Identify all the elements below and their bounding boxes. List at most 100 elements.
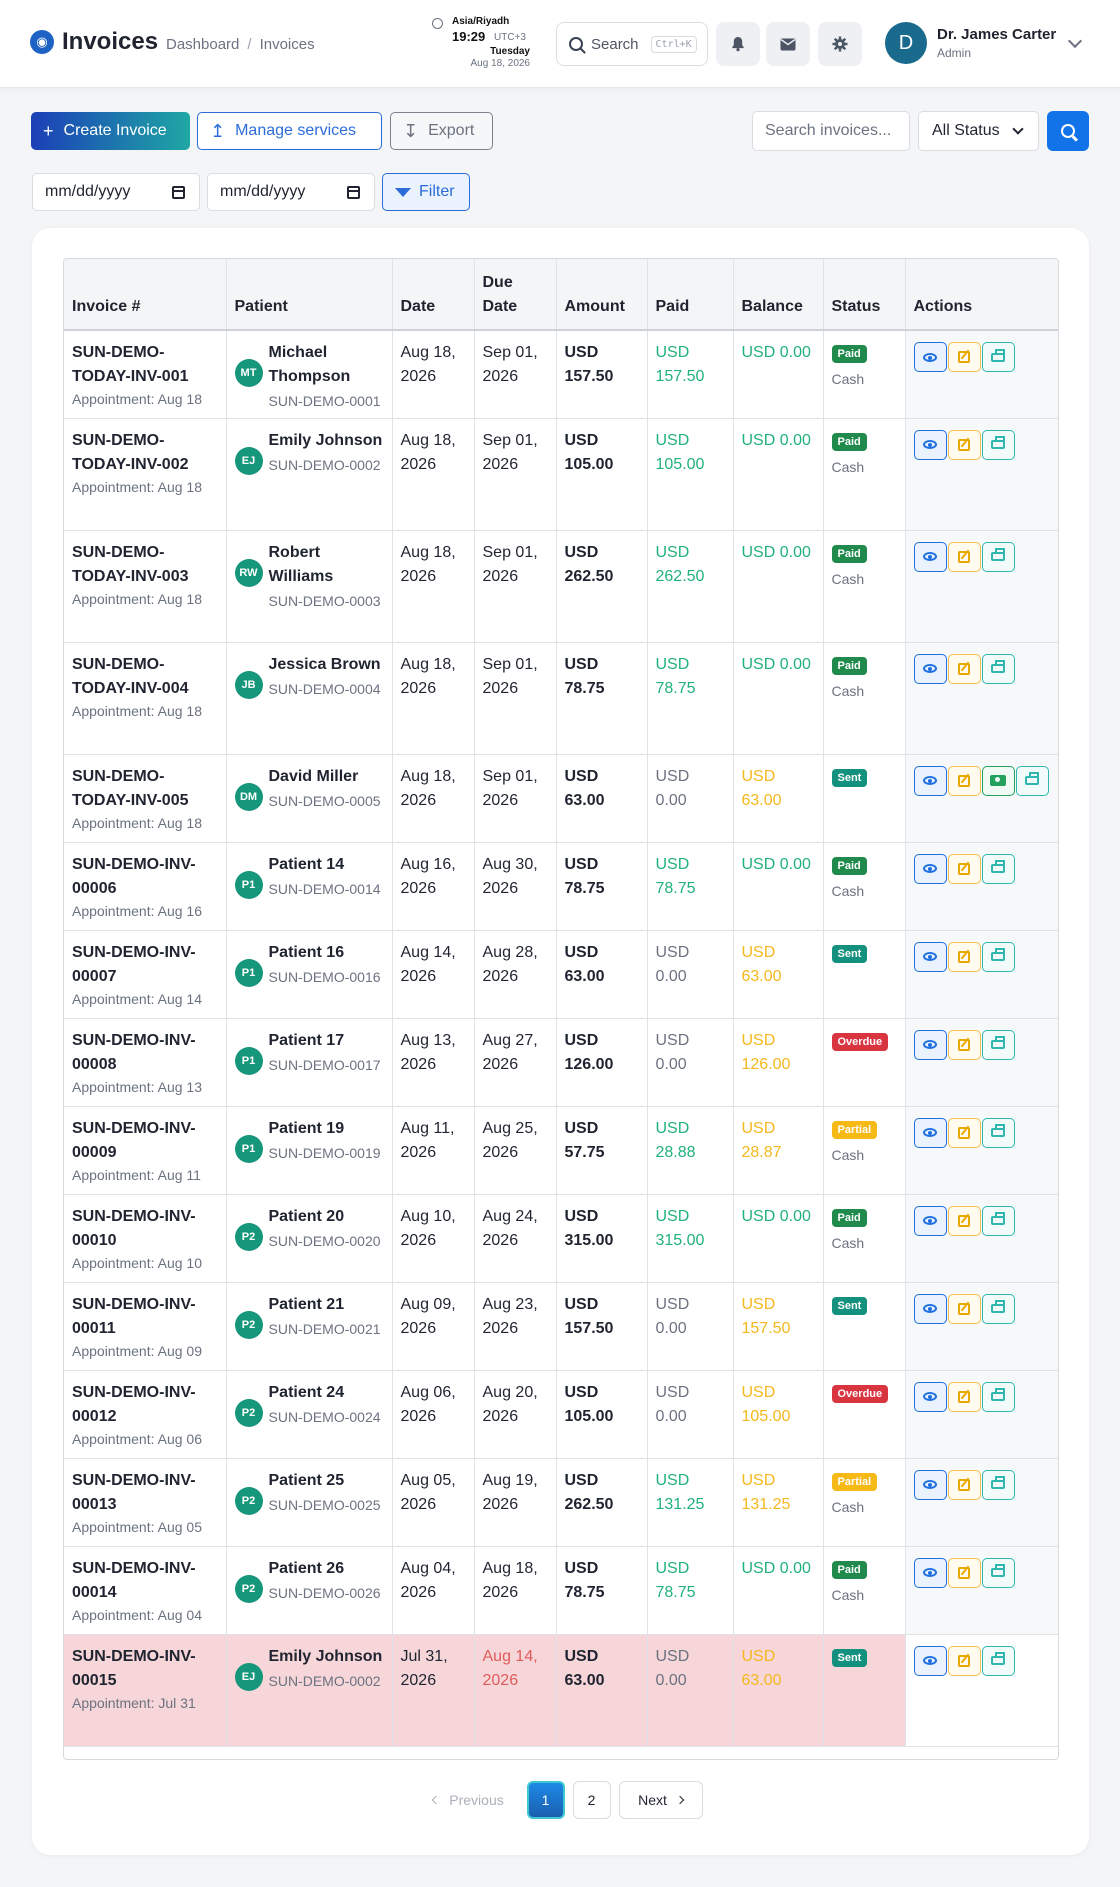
- print-invoice-button[interactable]: [981, 1293, 1015, 1324]
- print-invoice-button[interactable]: [981, 1029, 1015, 1060]
- edit-invoice-button[interactable]: [947, 653, 981, 684]
- print-invoice-button[interactable]: [981, 653, 1015, 684]
- column-header[interactable]: Due Date: [474, 259, 557, 331]
- global-search-button[interactable]: Search Ctrl+K: [556, 22, 708, 66]
- patient-name[interactable]: Patient 14: [269, 853, 381, 877]
- table-row[interactable]: SUN-DEMO-TODAY-INV-005 Appointment: Aug 1…: [64, 754, 1058, 843]
- table-row[interactable]: SUN-DEMO-INV-00014 Appointment: Aug 04 P2 P…: [64, 1546, 1058, 1635]
- edit-invoice-button[interactable]: [947, 1205, 981, 1236]
- notifications-button[interactable]: [716, 22, 760, 66]
- brand[interactable]: ◉ Invoices: [30, 28, 158, 56]
- print-invoice-button[interactable]: [981, 541, 1015, 572]
- view-invoice-button[interactable]: [913, 1645, 947, 1676]
- patient-name[interactable]: Patient 21: [269, 1293, 381, 1317]
- calendar-icon[interactable]: [347, 186, 360, 199]
- invoice-number[interactable]: SUN-DEMO-INV-00012: [72, 1381, 218, 1429]
- patient-name[interactable]: Patient 26: [269, 1557, 381, 1581]
- date-from-input[interactable]: mm/dd/yyyy: [32, 173, 200, 211]
- patient-name[interactable]: Patient 16: [269, 941, 381, 965]
- view-invoice-button[interactable]: [913, 1205, 947, 1236]
- print-invoice-button[interactable]: [981, 1205, 1015, 1236]
- next-page-button[interactable]: Next: [618, 1781, 703, 1819]
- edit-invoice-button[interactable]: [947, 1381, 981, 1412]
- view-invoice-button[interactable]: [913, 1381, 947, 1412]
- table-row[interactable]: SUN-DEMO-INV-00015 Appointment: Jul 31 EJ E…: [64, 1634, 1058, 1747]
- print-invoice-button[interactable]: [981, 1117, 1015, 1148]
- column-header[interactable]: Date: [392, 259, 475, 331]
- edit-invoice-button[interactable]: [947, 1293, 981, 1324]
- patient-name[interactable]: Emily Johnson: [269, 429, 383, 453]
- invoice-search-input[interactable]: Search invoices...: [752, 111, 910, 151]
- table-row[interactable]: SUN-DEMO-INV-00007 Appointment: Aug 14 P1 P…: [64, 930, 1058, 1019]
- view-invoice-button[interactable]: [913, 1557, 947, 1588]
- edit-invoice-button[interactable]: [947, 853, 981, 884]
- previous-page-button[interactable]: Previous: [419, 1781, 519, 1819]
- patient-name[interactable]: Patient 24: [269, 1381, 381, 1405]
- page-1-button[interactable]: 1: [526, 1781, 565, 1819]
- breadcrumb-dashboard[interactable]: Dashboard: [166, 36, 239, 53]
- column-header[interactable]: Paid: [647, 259, 734, 331]
- invoice-number[interactable]: SUN-DEMO-INV-00007: [72, 941, 218, 989]
- table-row[interactable]: SUN-DEMO-INV-00010 Appointment: Aug 10 P2 P…: [64, 1194, 1058, 1283]
- invoice-number[interactable]: SUN-DEMO-INV-00010: [72, 1205, 218, 1253]
- print-invoice-button[interactable]: [981, 1381, 1015, 1412]
- patient-name[interactable]: Jessica Brown: [269, 653, 381, 677]
- print-invoice-button[interactable]: [981, 342, 1015, 372]
- edit-invoice-button[interactable]: [947, 1117, 981, 1148]
- patient-name[interactable]: Patient 17: [269, 1029, 381, 1053]
- patient-name[interactable]: Michael Thompson: [269, 341, 384, 389]
- view-invoice-button[interactable]: [913, 941, 947, 972]
- invoice-number[interactable]: SUN-DEMO-TODAY-INV-001: [72, 341, 218, 389]
- edit-invoice-button[interactable]: [947, 1029, 981, 1060]
- print-invoice-button[interactable]: [1015, 765, 1049, 796]
- settings-button[interactable]: [818, 22, 862, 66]
- table-row[interactable]: SUN-DEMO-INV-00006 Appointment: Aug 16 P1 P…: [64, 842, 1058, 931]
- print-invoice-button[interactable]: [981, 1469, 1015, 1500]
- table-row[interactable]: SUN-DEMO-INV-00008 Appointment: Aug 13 P1 P…: [64, 1018, 1058, 1107]
- invoice-number[interactable]: SUN-DEMO-INV-00015: [72, 1645, 218, 1693]
- invoice-number[interactable]: SUN-DEMO-TODAY-INV-005: [72, 765, 218, 813]
- view-invoice-button[interactable]: [913, 1293, 947, 1324]
- invoice-number[interactable]: SUN-DEMO-INV-00011: [72, 1293, 218, 1341]
- invoice-number[interactable]: SUN-DEMO-INV-00013: [72, 1469, 218, 1517]
- patient-name[interactable]: Robert Williams: [269, 541, 384, 589]
- table-row[interactable]: SUN-DEMO-INV-00011 Appointment: Aug 09 P2 P…: [64, 1282, 1058, 1371]
- patient-name[interactable]: David Miller: [269, 765, 381, 789]
- edit-invoice-button[interactable]: [947, 342, 981, 372]
- view-invoice-button[interactable]: [913, 765, 947, 796]
- export-button[interactable]: ↧ Export: [390, 112, 493, 150]
- column-header[interactable]: Status: [823, 259, 906, 331]
- column-header[interactable]: Amount: [556, 259, 648, 331]
- print-invoice-button[interactable]: [981, 1557, 1015, 1588]
- edit-invoice-button[interactable]: [947, 1469, 981, 1500]
- print-invoice-button[interactable]: [981, 853, 1015, 884]
- invoice-number[interactable]: SUN-DEMO-TODAY-INV-003: [72, 541, 218, 589]
- table-row[interactable]: SUN-DEMO-TODAY-INV-002 Appointment: Aug 1…: [64, 418, 1058, 531]
- edit-invoice-button[interactable]: [947, 541, 981, 572]
- manage-services-button[interactable]: ↥ Manage services: [197, 112, 382, 150]
- invoice-number[interactable]: SUN-DEMO-INV-00006: [72, 853, 218, 901]
- column-header[interactable]: Invoice #: [64, 259, 227, 331]
- chevron-down-icon[interactable]: [1067, 33, 1083, 49]
- view-invoice-button[interactable]: [913, 1117, 947, 1148]
- create-invoice-button[interactable]: + Create Invoice: [31, 112, 190, 150]
- patient-name[interactable]: Emily Johnson: [269, 1645, 383, 1669]
- table-row[interactable]: SUN-DEMO-INV-00013 Appointment: Aug 05 P2 P…: [64, 1458, 1058, 1547]
- invoice-number[interactable]: SUN-DEMO-INV-00009: [72, 1117, 218, 1165]
- edit-invoice-button[interactable]: [947, 765, 981, 796]
- status-filter-select[interactable]: All Status: [918, 111, 1039, 151]
- filter-button[interactable]: Filter: [382, 173, 470, 211]
- invoice-number[interactable]: SUN-DEMO-TODAY-INV-004: [72, 653, 218, 701]
- column-header[interactable]: Balance: [733, 259, 824, 331]
- date-to-input[interactable]: mm/dd/yyyy: [207, 173, 375, 211]
- invoice-number[interactable]: SUN-DEMO-TODAY-INV-002: [72, 429, 218, 477]
- view-invoice-button[interactable]: [913, 1469, 947, 1500]
- calendar-icon[interactable]: [172, 186, 185, 199]
- view-invoice-button[interactable]: [913, 853, 947, 884]
- view-invoice-button[interactable]: [913, 541, 947, 572]
- column-header[interactable]: Patient: [226, 259, 393, 331]
- edit-invoice-button[interactable]: [947, 941, 981, 972]
- invoice-number[interactable]: SUN-DEMO-INV-00014: [72, 1557, 218, 1605]
- view-invoice-button[interactable]: [913, 653, 947, 684]
- invoice-number[interactable]: SUN-DEMO-INV-00008: [72, 1029, 218, 1077]
